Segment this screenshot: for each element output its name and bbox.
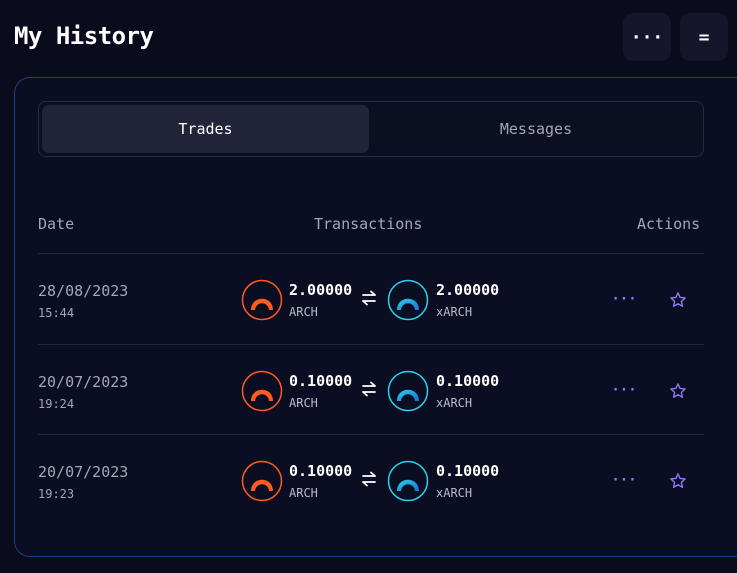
table-row: 28/08/2023 15:44 2.00000 ARCH 2.00000 xA… <box>38 253 704 344</box>
to-symbol: xARCH <box>436 486 473 500</box>
arch-token-icon <box>241 279 283 321</box>
to-symbol: xARCH <box>436 305 473 319</box>
row-date: 20/07/2023 <box>38 463 129 481</box>
history-tabs: Trades Messages <box>38 101 704 157</box>
more-dots-icon: ··· <box>630 26 664 48</box>
star-icon[interactable] <box>669 291 687 309</box>
table-row: 20/07/2023 19:24 0.10000 ARCH 0.10000 xA… <box>38 344 704 435</box>
to-amount: 0.10000 <box>436 462 500 480</box>
row-time: 15:44 <box>38 306 75 320</box>
row-more-button[interactable]: ··· <box>611 289 636 309</box>
row-time: 19:23 <box>38 487 75 501</box>
more-options-button[interactable]: ··· <box>623 13 671 61</box>
row-date: 20/07/2023 <box>38 373 129 391</box>
menu-button[interactable]: = <box>680 13 728 61</box>
from-symbol: ARCH <box>289 486 318 500</box>
row-date: 28/08/2023 <box>38 282 129 300</box>
page-title: My History <box>14 22 154 50</box>
tab-messages[interactable]: Messages <box>371 105 701 153</box>
arch-token-icon <box>241 460 283 502</box>
column-header-date: Date <box>38 215 75 233</box>
row-more-button[interactable]: ··· <box>611 470 636 490</box>
row-time: 19:24 <box>38 397 75 411</box>
swap-arrows-icon <box>362 381 376 397</box>
table-row: 20/07/2023 19:23 0.10000 ARCH 0.10000 xA… <box>38 434 704 525</box>
xarch-token-icon <box>387 460 429 502</box>
from-amount: 2.00000 <box>289 281 353 299</box>
xarch-token-icon <box>387 370 429 412</box>
swap-arrows-icon <box>362 290 376 306</box>
star-icon[interactable] <box>669 472 687 490</box>
from-symbol: ARCH <box>289 305 318 319</box>
tab-trades[interactable]: Trades <box>42 105 369 153</box>
row-more-button[interactable]: ··· <box>611 380 636 400</box>
column-header-transactions: Transactions <box>314 215 423 233</box>
from-amount: 0.10000 <box>289 462 353 480</box>
star-icon[interactable] <box>669 382 687 400</box>
menu-icon: = <box>698 26 710 48</box>
arch-token-icon <box>241 370 283 412</box>
column-header-actions: Actions <box>637 215 701 233</box>
to-symbol: xARCH <box>436 396 473 410</box>
from-amount: 0.10000 <box>289 372 353 390</box>
xarch-token-icon <box>387 279 429 321</box>
history-page: My History ··· = Trades Messages Date Tr… <box>0 0 737 573</box>
to-amount: 0.10000 <box>436 372 500 390</box>
swap-arrows-icon <box>362 471 376 487</box>
to-amount: 2.00000 <box>436 281 500 299</box>
from-symbol: ARCH <box>289 396 318 410</box>
